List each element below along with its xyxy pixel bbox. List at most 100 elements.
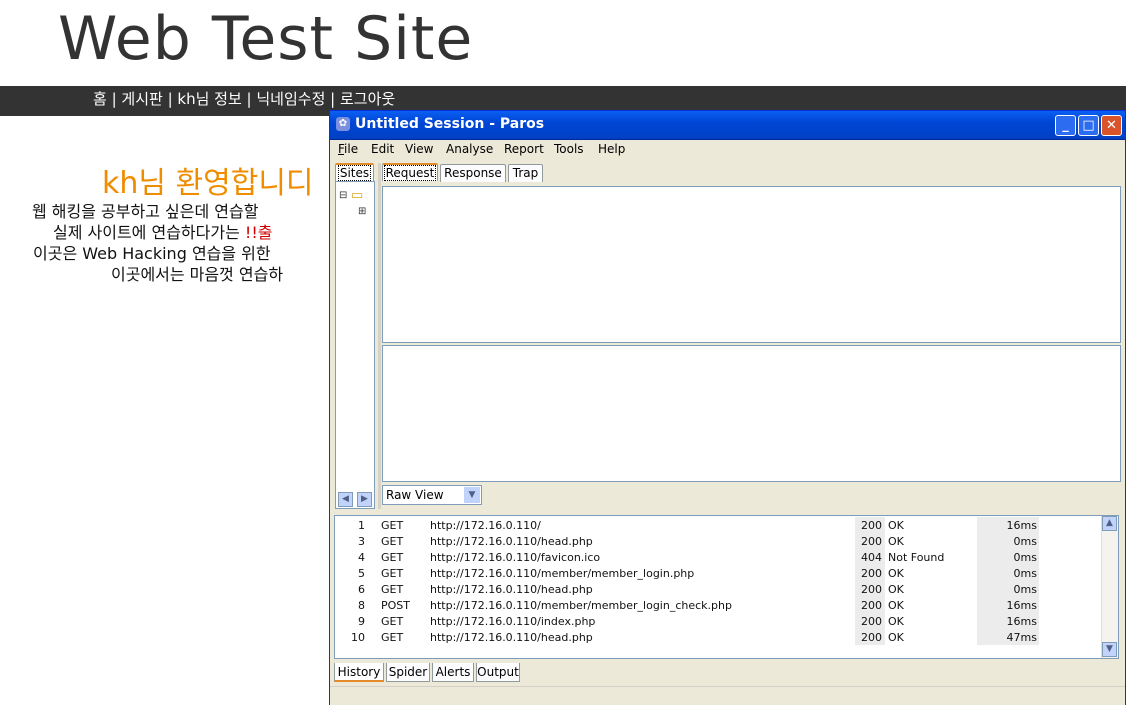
row-time: 0ms	[1013, 567, 1037, 580]
history-row[interactable]: 4 GET http://172.16.0.110/favicon.ico 404 No…	[335, 549, 1105, 565]
nav-board-link[interactable]: 게시판	[121, 90, 162, 108]
menu-bar: File Edit View Analyse Report Tools Help	[330, 139, 1125, 159]
nav-separator: |	[241, 90, 257, 108]
row-method: GET	[381, 583, 404, 596]
nav-separator: |	[325, 90, 340, 108]
view-select-value: Raw View	[386, 488, 444, 502]
request-header-area[interactable]	[382, 186, 1121, 343]
menu-file[interactable]: File	[338, 142, 358, 156]
history-row[interactable]: 1 GET http://172.16.0.110/200 OK 16ms	[335, 517, 1105, 533]
maximize-button[interactable]: □	[1078, 115, 1099, 136]
row-reason: OK	[888, 567, 904, 580]
splitter-vertical[interactable]	[378, 163, 381, 509]
row-method: GET	[381, 535, 404, 548]
view-select[interactable]: Raw View ▼	[382, 485, 482, 505]
tab-trap[interactable]: Trap	[508, 164, 543, 182]
row-status: 200	[861, 615, 882, 628]
nav-nickname-link[interactable]: 닉네임수정	[256, 90, 325, 108]
row-id: 6	[358, 583, 365, 596]
tab-output[interactable]: Output	[476, 663, 520, 682]
nav-home-link[interactable]: 홈	[93, 90, 107, 108]
row-status: 200	[861, 567, 882, 580]
tab-spider[interactable]: Spider	[386, 663, 430, 682]
expand-icon[interactable]: ⊞	[358, 206, 366, 217]
row-reason: OK	[888, 583, 904, 596]
nav-separator: |	[106, 90, 122, 108]
nav-logout-link[interactable]: 로그아웃	[340, 90, 395, 108]
history-scrollbar[interactable]: ▲ ▼	[1101, 516, 1118, 658]
scroll-right-icon[interactable]: ▶	[357, 492, 372, 507]
row-url: http://172.16.0.110/	[430, 519, 541, 532]
row-time: 0ms	[1013, 583, 1037, 596]
menu-analyse[interactable]: Analyse	[446, 142, 493, 156]
row-time: 16ms	[1006, 599, 1037, 612]
row-status: 404	[861, 551, 882, 564]
row-status: 200	[861, 535, 882, 548]
status-bar	[330, 686, 1125, 705]
row-id: 1	[358, 519, 365, 532]
tab-request[interactable]: Request	[382, 163, 438, 181]
row-id: 8	[358, 599, 365, 612]
site-title: Web Test Site	[58, 4, 474, 74]
intro-line: 이곳에서는 마음껏 연습하	[111, 265, 284, 284]
row-id: 10	[351, 631, 365, 644]
nav-separator: |	[162, 90, 178, 108]
tab-sites-label: Sites	[337, 165, 372, 181]
minimize-button[interactable]: _	[1055, 115, 1076, 136]
row-reason: OK	[888, 535, 904, 548]
paros-window: ✿ Untitled Session - Paros _ □ ✕ File Ed…	[329, 110, 1126, 705]
history-table[interactable]: 1 GET http://172.16.0.110/200 OK 16ms 3 GET htt…	[334, 515, 1119, 659]
row-method: GET	[381, 631, 404, 644]
history-row[interactable]: 5 GET http://172.16.0.110/member/member_lo…	[335, 565, 1105, 581]
history-row[interactable]: 10 GET http://172.16.0.110/head.php 200 OK 47…	[335, 629, 1105, 645]
history-row[interactable]: 6 GET http://172.16.0.110/head.php 200 OK 0ms	[335, 581, 1105, 597]
row-url: http://172.16.0.110/member/member_login.…	[430, 567, 695, 580]
tab-response[interactable]: Response	[440, 164, 506, 182]
history-row[interactable]: 3 GET http://172.16.0.110/head.php 200 OK 0ms	[335, 533, 1105, 549]
tab-sites[interactable]: Sites	[335, 163, 374, 181]
menu-tools[interactable]: Tools	[554, 142, 584, 156]
row-time: 0ms	[1013, 535, 1037, 548]
window-titlebar[interactable]: ✿ Untitled Session - Paros _ □ ✕	[330, 111, 1125, 140]
close-button[interactable]: ✕	[1101, 115, 1122, 136]
row-time: 16ms	[1006, 615, 1037, 628]
row-url: http://172.16.0.110/head.php	[430, 535, 593, 548]
sites-tree[interactable]: ⊟ ▭ ⊞ ◀ ▶	[335, 181, 375, 509]
row-id: 3	[358, 535, 365, 548]
row-reason: OK	[888, 631, 904, 644]
row-url: http://172.16.0.110/head.php	[430, 583, 593, 596]
tab-history[interactable]: History	[334, 663, 384, 682]
row-id: 5	[358, 567, 365, 580]
menu-file-label: ile	[344, 142, 359, 156]
request-body-area[interactable]	[382, 345, 1121, 482]
row-url: http://172.16.0.110/index.php	[430, 615, 596, 628]
nav-userinfo-link[interactable]: kh님 정보	[177, 90, 241, 108]
history-row[interactable]: 8 POST http://172.16.0.110/member/member_l…	[335, 597, 1105, 613]
row-time: 0ms	[1013, 551, 1037, 564]
menu-view[interactable]: View	[405, 142, 433, 156]
history-row[interactable]: 9 GET http://172.16.0.110/index.php 200 OK 16…	[335, 613, 1105, 629]
row-id: 9	[358, 615, 365, 628]
row-status: 200	[861, 519, 882, 532]
row-time: 47ms	[1006, 631, 1037, 644]
row-url: http://172.16.0.110/head.php	[430, 631, 593, 644]
menu-report[interactable]: Report	[504, 142, 544, 156]
collapse-icon[interactable]: ⊟	[339, 190, 347, 201]
chevron-down-icon[interactable]: ▼	[464, 487, 480, 503]
site-nav: 홈 | 게시판 | kh님 정보 | 닉네임수정 | 로그아웃	[93, 88, 395, 109]
row-url: http://172.16.0.110/favicon.ico	[430, 551, 601, 564]
row-method: GET	[381, 519, 404, 532]
row-reason: Not Found	[888, 551, 945, 564]
tab-alerts[interactable]: Alerts	[432, 663, 474, 682]
scroll-down-icon[interactable]: ▼	[1102, 642, 1117, 657]
window-title: Untitled Session - Paros	[355, 116, 545, 132]
tab-request-label: Request	[383, 165, 437, 181]
scroll-up-icon[interactable]: ▲	[1102, 516, 1117, 531]
folder-icon: ▭	[351, 188, 364, 203]
menu-edit[interactable]: Edit	[371, 142, 394, 156]
menu-help[interactable]: Help	[598, 142, 625, 156]
welcome-heading: kh님 환영합니디	[102, 166, 314, 201]
row-time: 16ms	[1006, 519, 1037, 532]
scroll-left-icon[interactable]: ◀	[338, 492, 353, 507]
row-method: GET	[381, 567, 404, 580]
